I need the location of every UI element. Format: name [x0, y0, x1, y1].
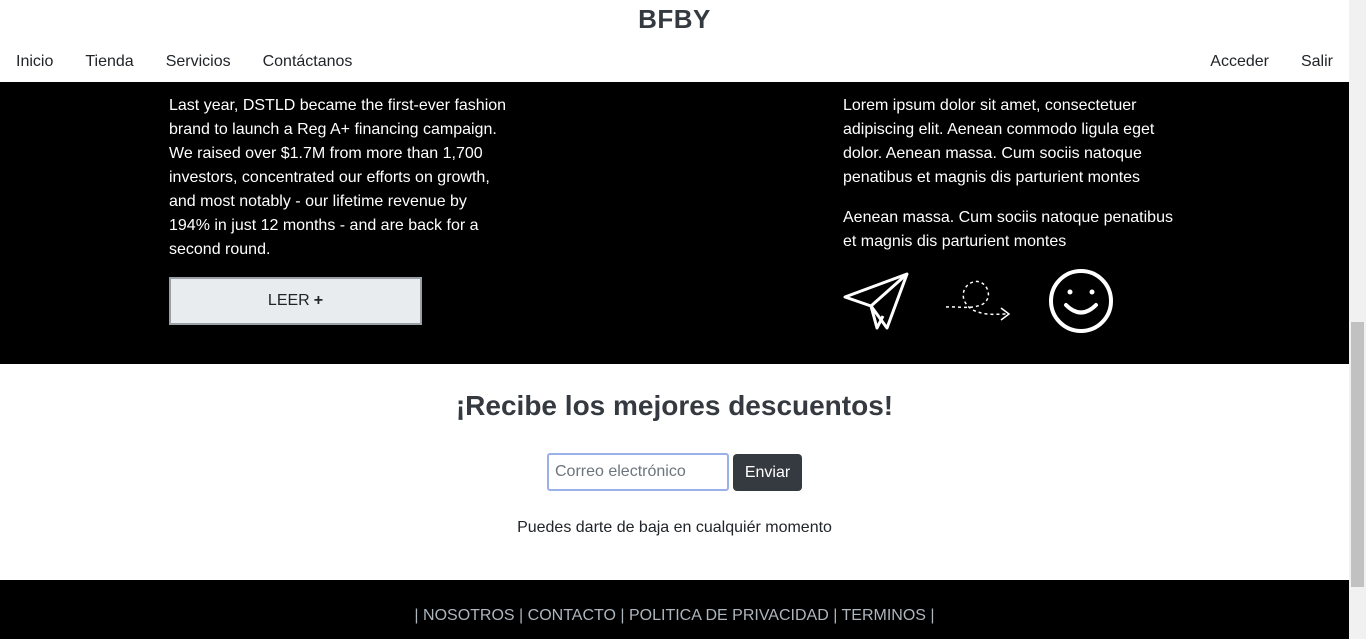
site-header: BFBY Inicio Tienda Servicios Contáctanos…	[0, 0, 1349, 82]
nav-inicio[interactable]: Inicio	[16, 53, 53, 71]
read-more-label: LEER	[267, 292, 310, 309]
unsubscribe-note: Puedes darte de baja en cualquiér moment…	[517, 519, 832, 536]
promo-text: Last year, DSTLD became the first-ever f…	[169, 97, 507, 258]
promo-paragraph-1: Lorem ipsum dolor sit amet, consectetuer…	[843, 97, 1155, 186]
email-field[interactable]	[547, 453, 729, 491]
footer-link-privacidad[interactable]: POLITICA DE PRIVACIDAD	[629, 607, 829, 624]
footer-separator: |	[620, 607, 629, 624]
main-nav: Inicio Tienda Servicios Contáctanos	[16, 53, 352, 71]
read-more-button[interactable]: LEER +	[169, 277, 422, 325]
footer-separator: |	[414, 607, 424, 624]
footer-separator: |	[833, 607, 842, 624]
nav-contactanos[interactable]: Contáctanos	[263, 53, 353, 71]
site-footer: | NOSOTROS | CONTACTO | POLITICA DE PRIV…	[0, 580, 1349, 639]
page-viewport: BFBY Inicio Tienda Servicios Contáctanos…	[0, 0, 1349, 639]
dashed-path-arrow-icon	[945, 280, 1011, 321]
footer-links: | NOSOTROS | CONTACTO | POLITICA DE PRIV…	[0, 607, 1349, 625]
brand-logo[interactable]: BFBY	[0, 4, 1349, 35]
footer-link-contacto[interactable]: CONTACTO	[528, 607, 616, 624]
send-button[interactable]: Enviar	[733, 454, 802, 491]
nav-acceder[interactable]: Acceder	[1210, 53, 1269, 71]
promo-paragraph-2: Aenean massa. Cum sociis natoque penatib…	[843, 209, 1173, 250]
nav-servicios[interactable]: Servicios	[166, 53, 231, 71]
nav-salir[interactable]: Salir	[1301, 53, 1333, 71]
smiley-icon	[1049, 269, 1113, 333]
page-scrollbar[interactable]	[1349, 0, 1366, 639]
footer-link-terminos[interactable]: TERMINOS	[842, 607, 926, 624]
footer-separator: |	[519, 607, 528, 624]
footer-separator: |	[930, 607, 935, 624]
plus-icon: +	[313, 292, 324, 309]
footer-link-nosotros[interactable]: NOSOTROS	[423, 607, 515, 624]
account-nav: Acceder Salir	[1210, 53, 1333, 71]
promo-section: Last year, DSTLD became the first-ever f…	[0, 82, 1349, 364]
nav-tienda[interactable]: Tienda	[85, 53, 133, 71]
promo-description: Lorem ipsum dolor sit amet, consectetuer…	[843, 94, 1183, 254]
scrollbar-thumb[interactable]	[1351, 322, 1364, 587]
newsletter-section: ¡Recibe los mejores descuentos! Enviar P…	[0, 364, 1349, 580]
process-icons	[843, 269, 1113, 333]
newsletter-title: ¡Recibe los mejores descuentos!	[455, 390, 894, 421]
paper-plane-icon	[843, 272, 909, 330]
